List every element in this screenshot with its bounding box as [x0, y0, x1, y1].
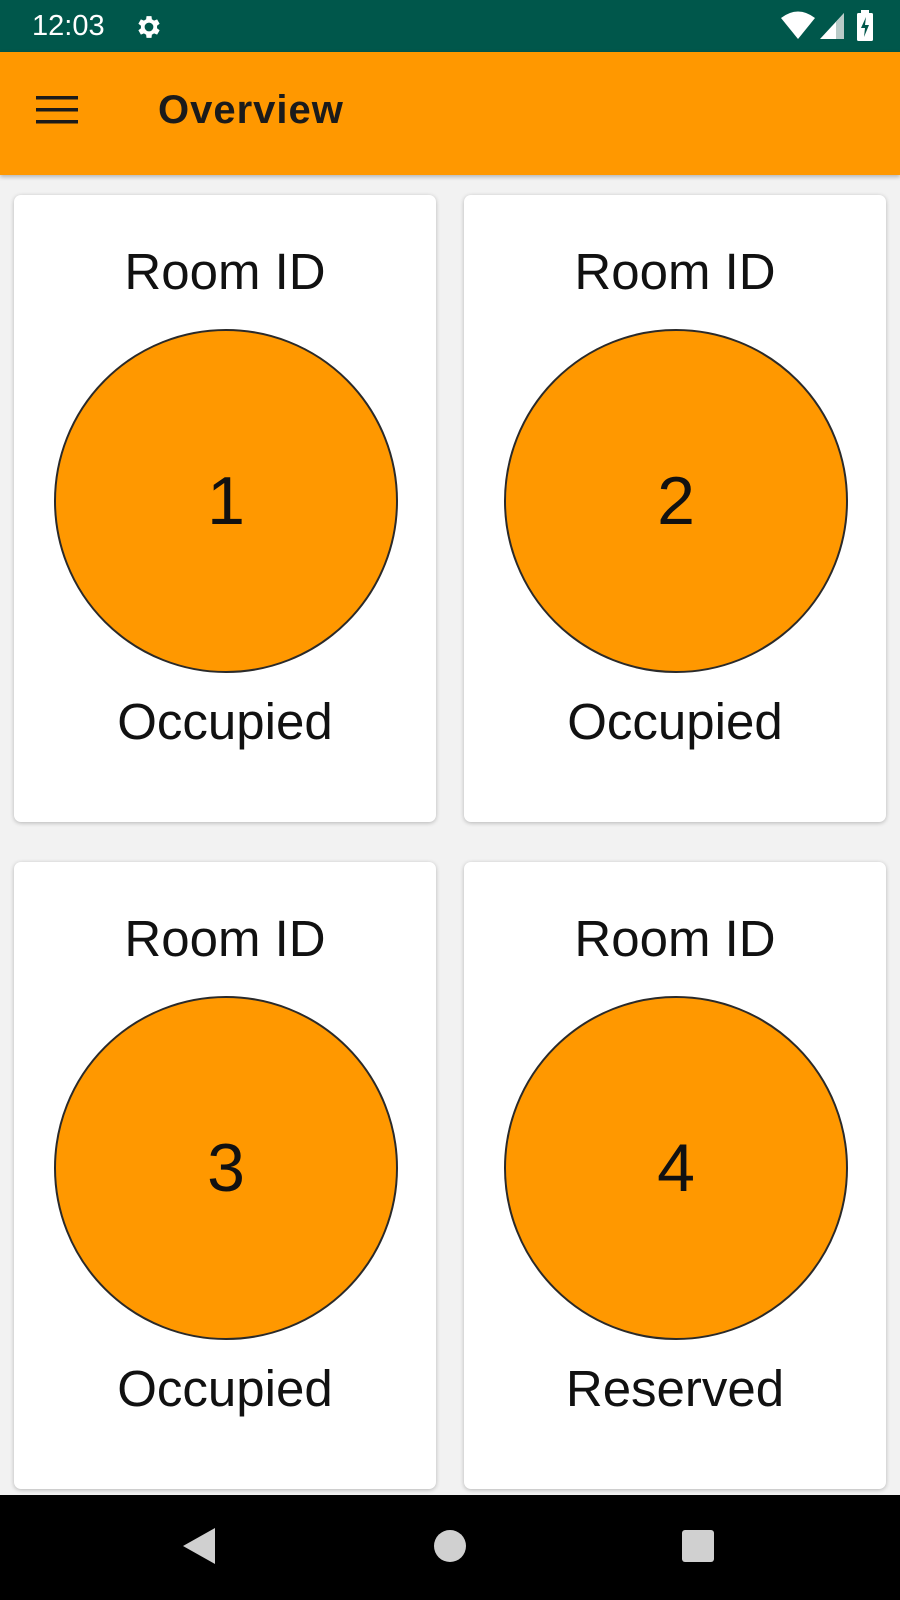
- recents-button[interactable]: [663, 1513, 733, 1583]
- status-bar: 12:03: [0, 0, 900, 52]
- status-time: 12:03: [32, 10, 105, 42]
- app-bar: Overview: [0, 52, 900, 175]
- page-title: Overview: [158, 88, 344, 132]
- gear-icon: [134, 12, 164, 42]
- hamburger-menu-icon: [36, 95, 78, 130]
- wifi-icon: [780, 11, 816, 41]
- home-icon: [433, 1529, 467, 1568]
- room-card-4[interactable]: Room ID 4 Reserved: [464, 862, 886, 1489]
- room-id-label: Room ID: [124, 910, 326, 967]
- room-status: Occupied: [567, 693, 783, 750]
- home-button[interactable]: [415, 1513, 485, 1583]
- back-icon: [179, 1525, 219, 1572]
- room-number: 2: [657, 463, 695, 539]
- room-number: 4: [657, 1130, 695, 1206]
- room-number: 3: [207, 1130, 245, 1206]
- menu-button[interactable]: [25, 80, 89, 144]
- room-indicator-circle: 3: [54, 996, 398, 1340]
- recents-icon: [681, 1529, 715, 1568]
- room-id-label: Room ID: [574, 243, 776, 300]
- room-status: Reserved: [565, 1360, 785, 1417]
- battery-icon: [856, 10, 874, 42]
- status-icons: [780, 10, 874, 42]
- room-card-3[interactable]: Room ID 3 Occupied: [14, 862, 436, 1489]
- room-card-2[interactable]: Room ID 2 Occupied: [464, 195, 886, 822]
- room-indicator-circle: 4: [504, 996, 848, 1340]
- room-indicator-circle: 1: [54, 329, 398, 673]
- room-number: 1: [207, 463, 245, 539]
- room-status: Occupied: [117, 693, 333, 750]
- system-nav-bar: [0, 1495, 900, 1600]
- room-indicator-circle: 2: [504, 329, 848, 673]
- room-status: Occupied: [117, 1360, 333, 1417]
- room-id-label: Room ID: [124, 243, 326, 300]
- room-card-1[interactable]: Room ID 1 Occupied: [14, 195, 436, 822]
- room-id-label: Room ID: [574, 910, 776, 967]
- back-button[interactable]: [164, 1513, 234, 1583]
- signal-icon: [818, 11, 846, 41]
